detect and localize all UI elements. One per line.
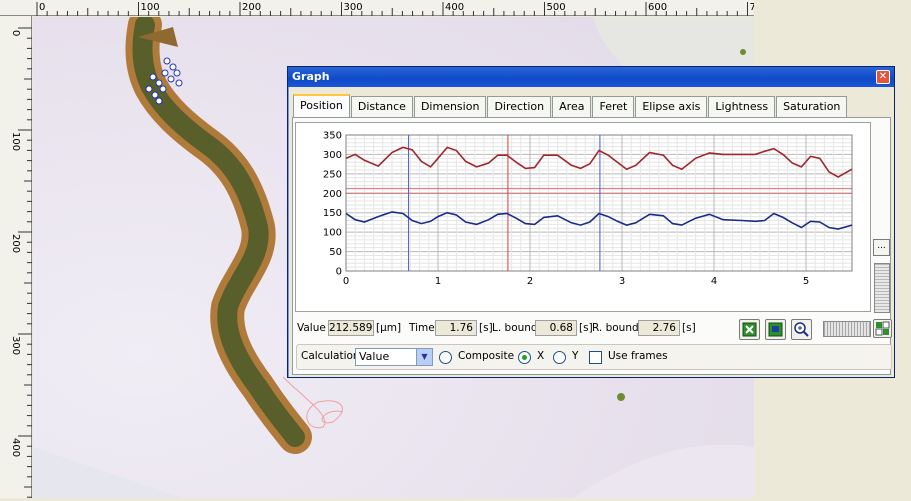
- x-tick-label: 0: [343, 276, 349, 287]
- use-frames-checkbox[interactable]: [589, 351, 602, 364]
- y-tick-label: 50: [329, 247, 342, 258]
- x-tick-label: 4: [711, 276, 717, 287]
- tab-lightness[interactable]: Lightness: [708, 96, 776, 117]
- left-ruler: 0 100 200 300 400: [0, 16, 32, 498]
- y-tick-label: 150: [323, 208, 342, 219]
- radio-x[interactable]: [518, 351, 531, 364]
- export-excel-button[interactable]: [739, 319, 760, 340]
- lbound-field: 0.68: [535, 320, 577, 336]
- ruler-label: 200: [242, 2, 261, 13]
- ruler-label: 500: [547, 2, 566, 13]
- y-tick-label: 0: [336, 267, 342, 278]
- x-tick-label: 1: [435, 276, 441, 287]
- lbound-unit: [s]: [579, 322, 593, 334]
- tab-direction[interactable]: Direction: [487, 96, 552, 117]
- ruler-label: 0: [39, 2, 45, 13]
- tab-saturation[interactable]: Saturation: [776, 96, 848, 117]
- use-frames-label: Use frames: [608, 350, 668, 362]
- graph-window: Graph ✕ Position Distance Dimension Directi…: [287, 66, 895, 378]
- more-button[interactable]: ...: [873, 239, 890, 256]
- radio-composite[interactable]: [439, 351, 452, 364]
- y-tick-label: 100: [323, 228, 342, 239]
- readout-row: Value 212.589 [µm] Time 1.76 [s] L. boun…: [296, 319, 892, 340]
- export-excel-icon: [742, 322, 757, 337]
- ruler-label: 0: [10, 30, 21, 36]
- top-ruler: 0100200300400500600700: [0, 0, 769, 16]
- y-tick-label: 350: [323, 131, 342, 142]
- ruler-label: 400: [10, 438, 21, 457]
- calculation-label: Calculation: [301, 350, 360, 362]
- tab-position[interactable]: Position: [293, 94, 350, 117]
- x-tick-label: 3: [619, 276, 625, 287]
- ruler-label: 200: [10, 234, 21, 253]
- close-icon: ✕: [878, 71, 888, 82]
- value-label: Value: [297, 322, 326, 334]
- rbound-field: 2.76: [638, 320, 680, 336]
- grid-layout-icon: [875, 321, 890, 336]
- radio-y[interactable]: [553, 351, 566, 364]
- y-tick-label: 300: [323, 150, 342, 161]
- time-label: Time: [409, 322, 435, 334]
- calculation-select[interactable]: Value ▼: [355, 348, 433, 366]
- position-chart[interactable]: 0 50 100 150 200 250 300 350 0 1 2 3 4 5: [295, 122, 871, 312]
- tab-panel: 0 50 100 150 200 250 300 350 0 1 2 3 4 5 ... Value 21…: [292, 117, 892, 375]
- rbound-label: R. bound: [592, 322, 639, 334]
- y-tick-label: 200: [323, 189, 342, 200]
- ruler-label: 600: [648, 2, 667, 13]
- ruler-label: 300: [344, 2, 363, 13]
- vertical-scale-slider[interactable]: [874, 263, 890, 313]
- ruler-label: 100: [10, 132, 21, 151]
- zoom-button[interactable]: [791, 319, 812, 340]
- magnifier-icon: [794, 322, 809, 337]
- ruler-label: 300: [10, 336, 21, 355]
- tab-feret[interactable]: Feret: [592, 96, 635, 117]
- y-label: Y: [572, 350, 579, 362]
- x-tick-label: 2: [527, 276, 533, 287]
- chart-canvas: 0 50 100 150 200 250 300 350 0 1 2 3 4 5: [323, 131, 853, 287]
- tab-area[interactable]: Area: [552, 96, 592, 117]
- close-button[interactable]: ✕: [876, 70, 890, 84]
- time-field: 1.76: [435, 320, 477, 336]
- x-tick-label: 5: [803, 276, 809, 287]
- title-bar[interactable]: Graph ✕: [288, 67, 894, 87]
- lbound-label: L. bound: [492, 322, 538, 334]
- x-label: X: [537, 350, 545, 362]
- calculation-selected: Value: [359, 350, 390, 363]
- value-field: 212.589: [328, 320, 374, 336]
- left-ruler-ticks: 0 100 200 300 400: [10, 27, 32, 498]
- tab-dimension[interactable]: Dimension: [413, 96, 487, 117]
- window-title: Graph: [292, 70, 330, 83]
- top-ruler-ticks: 0100200300400500600700: [36, 2, 769, 16]
- time-unit: [s]: [479, 322, 493, 334]
- horizontal-scale-slider[interactable]: [823, 321, 871, 337]
- layout-button[interactable]: [873, 319, 892, 338]
- tab-elipse-axis[interactable]: Elipse axis: [635, 96, 708, 117]
- export-image-button[interactable]: [765, 319, 786, 340]
- composite-label: Composite: [458, 350, 515, 362]
- export-image-icon: [768, 322, 783, 337]
- calculation-row: Calculation Value ▼ Composite X Y Use fr…: [296, 344, 892, 370]
- ruler-label: 100: [141, 2, 160, 13]
- plot-frame: [345, 134, 853, 272]
- chevron-down-icon: ▼: [416, 349, 432, 365]
- tab-strip: Position Distance Dimension Direction Area Fe…: [293, 94, 848, 117]
- ruler-label: 400: [445, 2, 464, 13]
- value-unit: [µm]: [376, 322, 402, 334]
- more-button-label: ...: [877, 241, 886, 251]
- tab-distance[interactable]: Distance: [350, 96, 413, 117]
- rbound-unit: [s]: [682, 322, 696, 334]
- y-tick-label: 250: [323, 169, 342, 180]
